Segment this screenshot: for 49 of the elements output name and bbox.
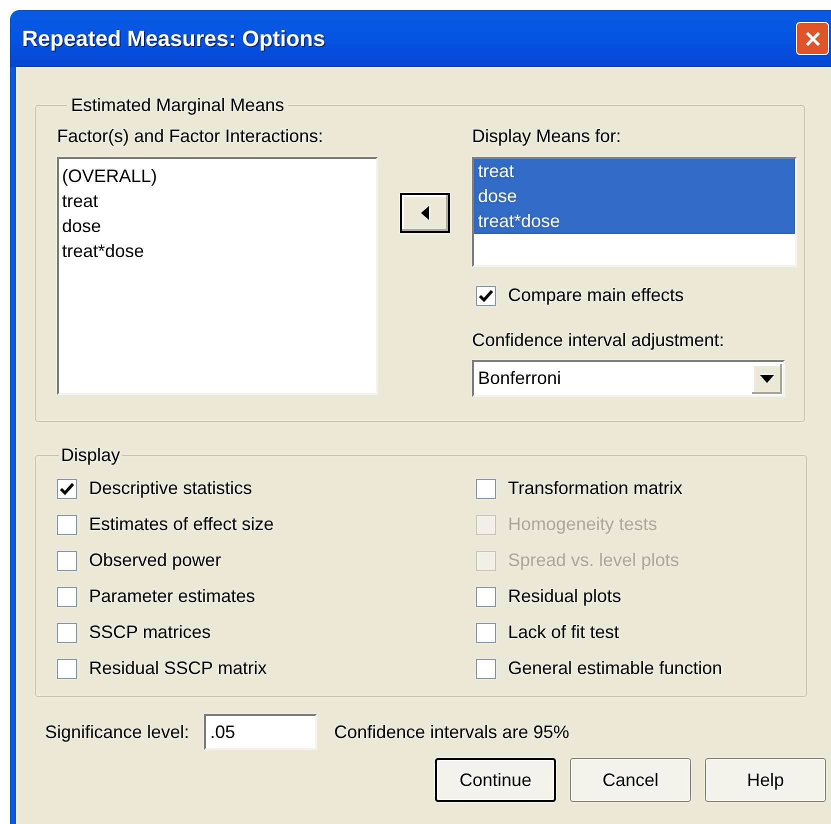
- checkbox[interactable]: [476, 478, 496, 499]
- checkbox[interactable]: [476, 622, 496, 643]
- checkbox-label: SSCP matrices: [89, 621, 211, 644]
- field-label: Significance level:: [45, 720, 190, 744]
- checkbox[interactable]: [57, 586, 77, 607]
- display-means-list[interactable]: treat dose treat*dose: [472, 157, 797, 267]
- checkbox[interactable]: [57, 622, 77, 643]
- checkbox-label: Compare main effects: [508, 284, 684, 307]
- confidence-note: Confidence intervals are 95%: [334, 720, 570, 744]
- checkbox[interactable]: [476, 658, 496, 679]
- adjustment-dropdown[interactable]: Bonferroni: [472, 360, 785, 397]
- checkbox[interactable]: [476, 586, 496, 607]
- checkbox[interactable]: [57, 658, 77, 679]
- list-item[interactable]: treat*dose: [474, 209, 795, 234]
- list-item[interactable]: treat*dose: [59, 239, 376, 264]
- checkbox-label: Lack of fit test: [508, 621, 620, 644]
- group-title: Display: [60, 444, 122, 467]
- dropdown-label: Confidence interval adjustment:: [472, 329, 726, 352]
- factors-list[interactable]: (OVERALL) treat dose treat*dose: [57, 157, 378, 395]
- list-item[interactable]: treat: [474, 159, 795, 184]
- checkbox-label: Transformation matrix: [508, 477, 682, 500]
- list-item[interactable]: dose: [59, 214, 376, 239]
- window-title: Repeated Measures: Options: [22, 25, 326, 53]
- group-title: Estimated Marginal Means: [70, 94, 286, 117]
- dialog-button[interactable]: Help: [705, 758, 826, 802]
- checkbox-label: Residual plots: [508, 585, 622, 608]
- list-item[interactable]: dose: [474, 184, 795, 209]
- checkbox-label: Estimates of effect size: [89, 513, 274, 536]
- list-label: Display Means for:: [472, 125, 622, 148]
- checkbox[interactable]: [57, 550, 77, 571]
- list-item[interactable]: (OVERALL): [59, 164, 376, 189]
- checkbox[interactable]: [476, 286, 496, 306]
- move-button[interactable]: [400, 193, 450, 233]
- checkbox-label: Residual SSCP matrix: [89, 657, 267, 680]
- list-item[interactable]: treat: [59, 189, 376, 214]
- left-arrow-icon: [421, 206, 429, 220]
- close-button[interactable]: [796, 22, 829, 55]
- list-label: Factor(s) and Factor Interactions:: [57, 125, 324, 148]
- checkbox-label: Parameter estimates: [89, 585, 256, 608]
- checkbox-label: General estimable function: [508, 657, 722, 680]
- checkbox-label: Spread vs. level plots: [508, 549, 680, 572]
- checkbox-label: Observed power: [89, 549, 222, 572]
- checkbox[interactable]: [57, 478, 77, 499]
- checkbox-label: Descriptive statistics: [89, 477, 252, 500]
- checkbox[interactable]: [57, 514, 77, 535]
- dialog-button[interactable]: Cancel: [570, 758, 691, 802]
- checkbox-label: Homogeneity tests: [508, 513, 658, 536]
- significance-field[interactable]: .05: [204, 714, 318, 750]
- dialog-button[interactable]: Continue: [435, 758, 556, 802]
